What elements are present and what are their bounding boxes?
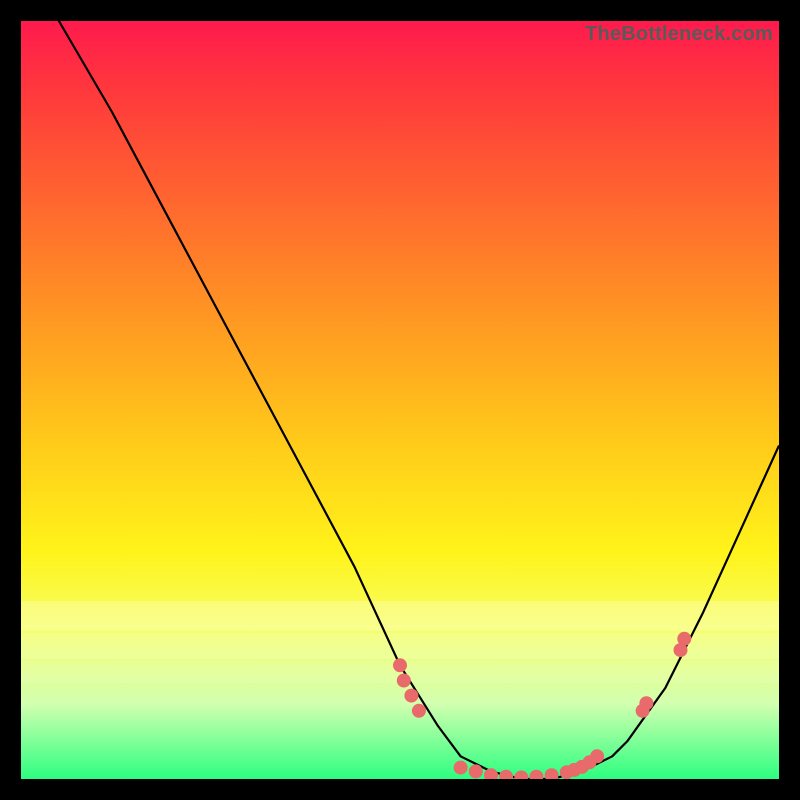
background-gradient (21, 21, 779, 779)
plot-area: TheBottleneck.com (21, 21, 779, 779)
chart-frame: TheBottleneck.com (0, 0, 800, 800)
watermark-text: TheBottleneck.com (585, 23, 773, 46)
